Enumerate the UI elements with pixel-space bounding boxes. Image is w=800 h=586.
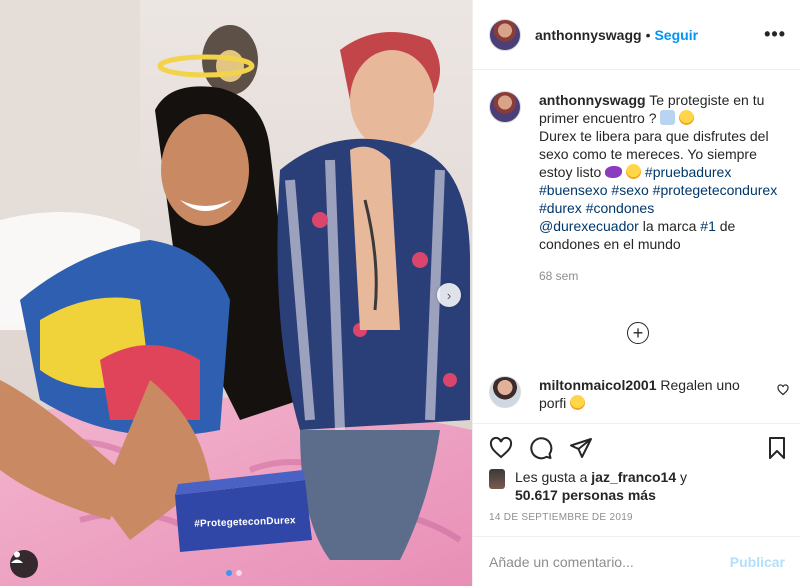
comment-text: miltonmaicol2001 Regalen uno porfi (539, 376, 759, 412)
load-more-comments-button[interactable]: + (627, 322, 649, 344)
hashtag-link[interactable]: #sexo (611, 182, 648, 198)
user-tags-button[interactable] (10, 550, 38, 578)
hashtag-link[interactable]: #protegetecondurex (653, 182, 778, 198)
likes-summary: Les gusta a jaz_franco14 y 50.617 person… (489, 468, 789, 504)
separator-dot: • (645, 26, 651, 43)
more-options-icon[interactable]: ••• (764, 24, 786, 45)
comment-username[interactable]: miltonmaicol2001 (539, 377, 657, 393)
likes-text: Les gusta a jaz_franco14 y 50.617 person… (515, 468, 687, 504)
action-bar (473, 423, 800, 473)
caption: anthonnyswagg Te protegiste en tu primer… (489, 91, 785, 253)
smirk-emoji-icon (626, 164, 642, 179)
commenter-avatar[interactable] (489, 376, 521, 408)
eggplant-emoji-icon (605, 166, 623, 178)
likes-prefix: Les gusta a (515, 469, 588, 485)
heart-icon[interactable] (489, 436, 513, 460)
next-photo-button[interactable]: › (437, 283, 461, 307)
add-comment-bar: Publicar (473, 536, 800, 586)
caption-username[interactable]: anthonnyswagg (539, 92, 646, 108)
comment-input[interactable] (489, 553, 730, 570)
comment-item: miltonmaicol2001 Regalen uno porfi (489, 376, 789, 412)
caption-time-ago[interactable]: 68 sem (539, 269, 785, 283)
carousel-indicator (226, 570, 242, 576)
man-tipping-hand-emoji-icon (660, 110, 676, 125)
post-photo[interactable]: #ProtegeteconDurex › (0, 0, 472, 586)
comment-icon[interactable] (529, 436, 553, 460)
caption-line-3: la marca (642, 218, 697, 234)
hashtag-link[interactable]: #pruebadurex (645, 164, 731, 180)
liker-avatar[interactable] (489, 469, 505, 489)
hashtag-link[interactable]: #1 (700, 218, 716, 234)
follow-button[interactable]: Seguir (654, 27, 698, 43)
upside-down-face-emoji-icon (570, 395, 586, 410)
likes-count[interactable]: 50.617 personas más (515, 487, 656, 503)
carousel-dot-active (226, 570, 232, 576)
hashtag-link[interactable]: #buensexo (539, 182, 608, 198)
liker-username[interactable]: jaz_franco14 (591, 469, 676, 485)
carousel-dot (236, 570, 242, 576)
mention-link[interactable]: @durexecuador (539, 218, 639, 234)
publish-button[interactable]: Publicar (730, 554, 785, 570)
hashtag-link[interactable]: #condones (586, 200, 655, 216)
post-details-panel: anthonnyswagg • Seguir ••• anthonnyswagg… (472, 0, 800, 586)
bookmark-icon[interactable] (765, 436, 789, 460)
author-username[interactable]: anthonnyswagg (535, 27, 642, 43)
likes-joiner: y (680, 469, 687, 485)
flushed-face-emoji-icon (679, 110, 695, 125)
caption-text: anthonnyswagg Te protegiste en tu primer… (539, 91, 779, 253)
author-avatar[interactable] (489, 18, 521, 51)
caption-avatar[interactable] (489, 91, 521, 123)
share-icon[interactable] (569, 436, 593, 460)
like-comment-heart-icon[interactable] (777, 384, 789, 396)
hashtag-link[interactable]: #durex (539, 200, 582, 216)
user-icon (11, 551, 23, 563)
post-date[interactable]: 14 DE SEPTIEMBRE DE 2019 (489, 512, 633, 523)
photo-illustration (0, 0, 472, 586)
post-header: anthonnyswagg • Seguir ••• (473, 0, 800, 70)
